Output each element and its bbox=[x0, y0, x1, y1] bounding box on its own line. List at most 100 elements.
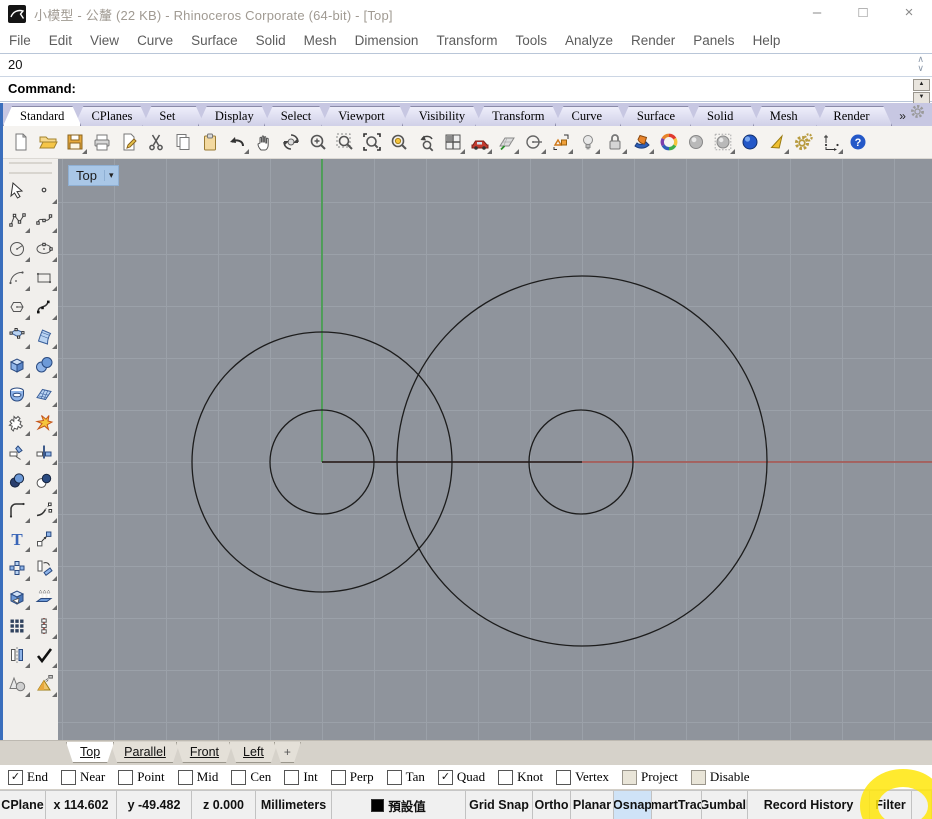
surface-points-tool-icon[interactable] bbox=[4, 321, 31, 350]
options-icon[interactable] bbox=[791, 129, 817, 155]
freeform-curve-tool-icon[interactable] bbox=[31, 292, 58, 321]
new-viewport-tab-button[interactable]: + bbox=[274, 742, 301, 763]
toolbar-tab-render-tools[interactable]: Render Tools bbox=[816, 106, 892, 126]
menu-curve[interactable]: Curve bbox=[128, 33, 182, 48]
zoom-selected-icon[interactable] bbox=[386, 129, 412, 155]
cylinder-tool-icon[interactable] bbox=[4, 379, 31, 408]
circle-tool-icon[interactable] bbox=[4, 234, 31, 263]
osnap-knot[interactable]: Knot bbox=[498, 769, 543, 785]
fillet-curve-tool-icon[interactable] bbox=[4, 495, 31, 524]
surface-loft-tool-icon[interactable] bbox=[31, 321, 58, 350]
osnap-near[interactable]: Near bbox=[60, 769, 105, 785]
menu-edit[interactable]: Edit bbox=[40, 33, 81, 48]
zoom-dynamic-icon[interactable] bbox=[305, 129, 331, 155]
toolbar-tab-solid-tools[interactable]: Solid Tools bbox=[690, 106, 760, 126]
status-z-0-000[interactable]: z 0.000 bbox=[192, 791, 256, 819]
command-spinner[interactable]: ▲ ▼ bbox=[913, 79, 930, 105]
osnap-checkbox-disable[interactable] bbox=[690, 769, 706, 785]
array-tool-icon[interactable] bbox=[4, 611, 31, 640]
osnap-checkbox-perp[interactable] bbox=[330, 769, 346, 785]
extrude-tool-icon[interactable] bbox=[31, 582, 58, 611]
status-預設值[interactable]: 預設值 bbox=[332, 791, 466, 819]
toolbar-tab-curve-tools[interactable]: Curve Tools bbox=[555, 106, 627, 126]
viewport-tab-top[interactable]: Top bbox=[66, 742, 114, 763]
zoom-window-icon[interactable] bbox=[332, 129, 358, 155]
point-tool-icon[interactable] bbox=[31, 176, 58, 205]
menu-panels[interactable]: Panels bbox=[684, 33, 743, 48]
close-button[interactable]: × bbox=[886, 0, 932, 26]
text-tool-icon[interactable]: T bbox=[4, 524, 31, 553]
toolbar-tab-mesh-tools[interactable]: Mesh Tools bbox=[753, 106, 824, 126]
curve-tool-icon[interactable] bbox=[31, 205, 58, 234]
viewport[interactable]: Top ▾ bbox=[58, 159, 932, 740]
viewport-title[interactable]: Top bbox=[69, 168, 104, 183]
command-input[interactable]: Command: ▲ ▼ bbox=[0, 77, 932, 105]
osnap-checkbox-point[interactable] bbox=[118, 769, 134, 785]
undo-icon[interactable] bbox=[224, 129, 250, 155]
osnap-checkbox-quad[interactable]: ✓ bbox=[437, 769, 453, 785]
osnap-perp[interactable]: Perp bbox=[330, 769, 374, 785]
menu-file[interactable]: File bbox=[0, 33, 40, 48]
rectangle-tool-icon[interactable] bbox=[31, 263, 58, 292]
status-gumball[interactable]: Gumball bbox=[702, 791, 748, 819]
menu-surface[interactable]: Surface bbox=[182, 33, 247, 48]
lock-icon[interactable] bbox=[602, 129, 628, 155]
status-ortho[interactable]: Ortho bbox=[533, 791, 571, 819]
osnap-end[interactable]: ✓ End bbox=[8, 769, 48, 785]
osnap-quad[interactable]: ✓ Quad bbox=[437, 769, 485, 785]
toolbar-tab-standard[interactable]: Standard bbox=[3, 106, 81, 126]
named-views-icon[interactable] bbox=[467, 129, 493, 155]
toolbar-tab-display[interactable]: Display bbox=[198, 106, 271, 126]
copy-objects-tool-icon[interactable] bbox=[4, 553, 31, 582]
osnap-int[interactable]: Int bbox=[284, 769, 318, 785]
spinner-up-icon[interactable]: ▲ bbox=[913, 79, 930, 91]
boolean-union-tool-icon[interactable] bbox=[4, 466, 31, 495]
osnap-checkbox-int[interactable] bbox=[284, 769, 300, 785]
status-millimeters[interactable]: Millimeters bbox=[256, 791, 332, 819]
toolbar-tab-transform[interactable]: Transform bbox=[475, 106, 561, 126]
viewport-tab-left[interactable]: Left bbox=[229, 742, 278, 763]
toolbar-tab-visibility[interactable]: Visibility bbox=[402, 106, 482, 126]
status-smarttrack[interactable]: SmartTrack bbox=[652, 791, 702, 819]
array-linear-tool-icon[interactable] bbox=[31, 611, 58, 640]
osnap-project[interactable]: Project bbox=[622, 769, 678, 785]
box-tool-icon[interactable] bbox=[4, 350, 31, 379]
viewport-tab-front[interactable]: Front bbox=[176, 742, 233, 763]
cplane-icon[interactable] bbox=[494, 129, 520, 155]
status-record-history[interactable]: Record History bbox=[748, 791, 870, 819]
boolean-difference-tool-icon[interactable] bbox=[31, 466, 58, 495]
status-cplane[interactable]: CPlane bbox=[0, 791, 46, 819]
status-extra[interactable] bbox=[912, 791, 932, 819]
solid-tools-tool-icon[interactable] bbox=[4, 582, 31, 611]
lights-icon[interactable] bbox=[575, 129, 601, 155]
osnap-vertex[interactable]: Vertex bbox=[556, 769, 609, 785]
primitives-tool-icon[interactable] bbox=[4, 669, 31, 698]
extend-curve-tool-icon[interactable] bbox=[31, 495, 58, 524]
sidebar-grip[interactable] bbox=[9, 162, 52, 174]
paste-icon[interactable] bbox=[197, 129, 223, 155]
command-history[interactable]: 20 ∧ ∨ bbox=[0, 53, 932, 77]
copy-icon[interactable] bbox=[170, 129, 196, 155]
tabbar-gear-icon[interactable] bbox=[909, 103, 926, 126]
viewport-dropdown-icon[interactable]: ▾ bbox=[103, 170, 118, 181]
viewport-canvas[interactable] bbox=[58, 159, 932, 740]
status-x-114-602[interactable]: x 114.602 bbox=[46, 791, 117, 819]
dimension-tools-icon[interactable] bbox=[818, 129, 844, 155]
command-scroll-arrows-icon[interactable]: ∧ ∨ bbox=[917, 55, 924, 73]
status-grid-snap[interactable]: Grid Snap bbox=[466, 791, 533, 819]
join-tool-icon[interactable] bbox=[4, 408, 31, 437]
explode-tool-icon[interactable] bbox=[31, 408, 58, 437]
status-filter[interactable]: Filter bbox=[870, 791, 912, 819]
undo-view-icon[interactable] bbox=[413, 129, 439, 155]
save-file-icon[interactable] bbox=[62, 129, 88, 155]
flashlight-icon[interactable] bbox=[764, 129, 790, 155]
render-preview-icon[interactable] bbox=[683, 129, 709, 155]
menu-solid[interactable]: Solid bbox=[247, 33, 295, 48]
mirror-tool-icon[interactable] bbox=[4, 640, 31, 669]
print-icon[interactable] bbox=[89, 129, 115, 155]
render-region-icon[interactable] bbox=[710, 129, 736, 155]
cut-icon[interactable] bbox=[143, 129, 169, 155]
zoom-target-icon[interactable] bbox=[548, 129, 574, 155]
minimize-button[interactable]: – bbox=[794, 0, 840, 26]
sphere-tool-icon[interactable] bbox=[31, 350, 58, 379]
